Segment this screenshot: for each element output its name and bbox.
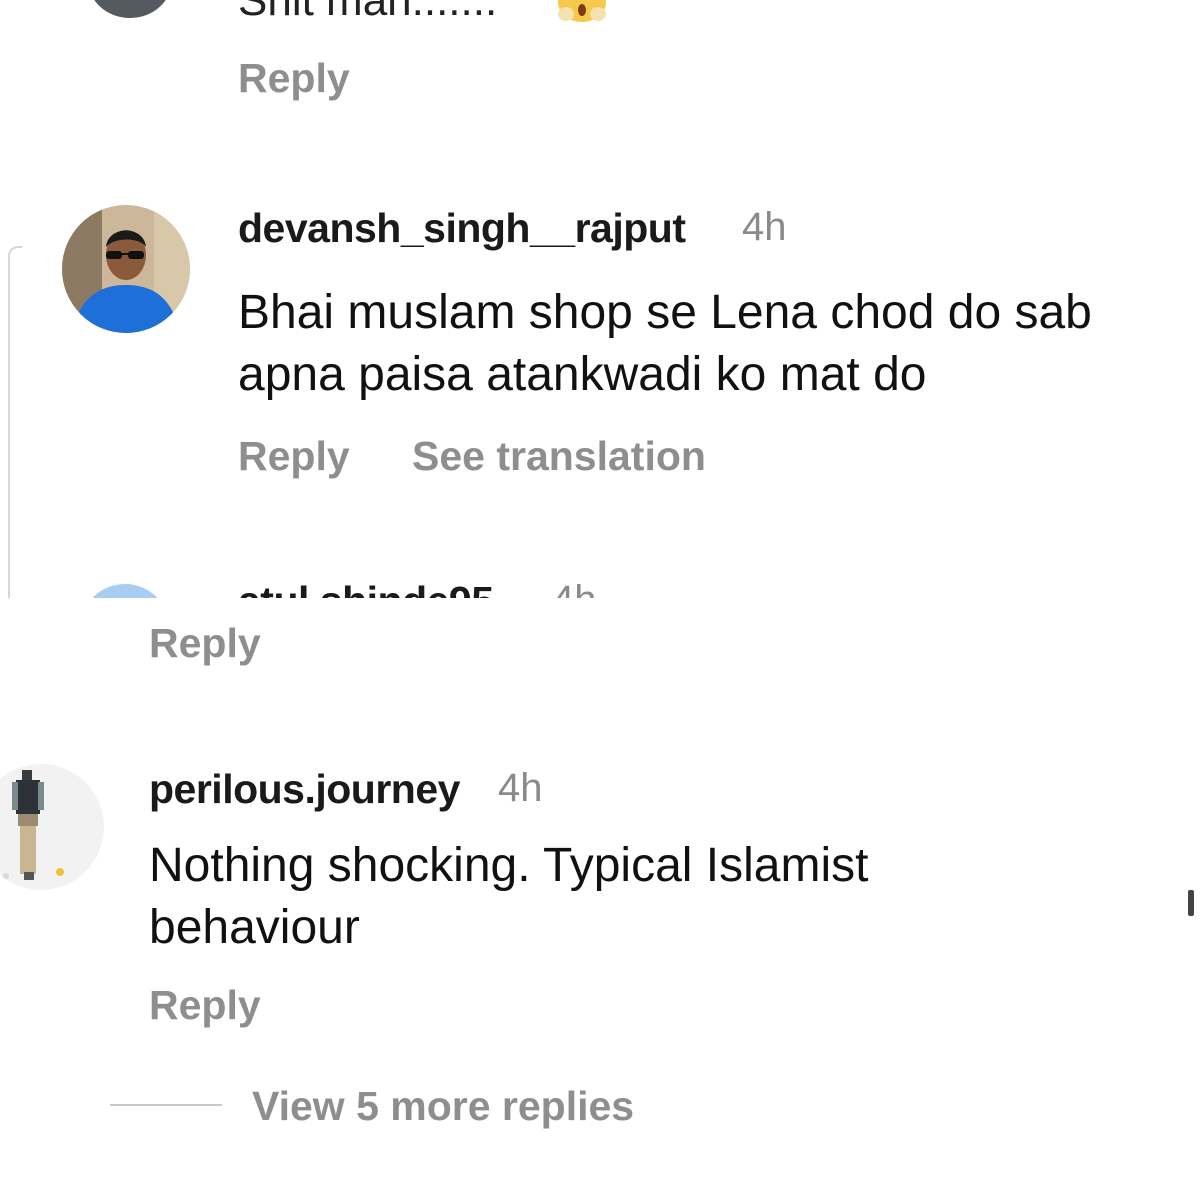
next-comment-timestamp: 4h xyxy=(552,578,597,598)
perilous-avatar[interactable] xyxy=(0,764,104,890)
view-more-replies-button[interactable]: View 5 more replies xyxy=(252,1083,634,1130)
reply-button[interactable]: Reply xyxy=(238,433,350,480)
comment-username[interactable]: perilous.journey xyxy=(149,766,460,813)
top-comment-panel: Shit man....... Reply devansh_singh__raj… xyxy=(0,0,1200,598)
view-more-divider xyxy=(110,1104,222,1106)
edge-mark xyxy=(1188,890,1194,916)
reply-button[interactable]: Reply xyxy=(149,982,261,1029)
previous-reply-button[interactable]: Reply xyxy=(149,620,261,667)
bottom-comment-panel: Reply perilous.journey 4h Nothing shocki… xyxy=(0,598,1200,1200)
see-translation-button[interactable]: See translation xyxy=(412,433,706,480)
comment-text: Bhai muslam shop se Lena chod do sab apn… xyxy=(238,286,1092,401)
next-comment-username[interactable]: atul.shinde95 xyxy=(238,578,494,598)
thread-line xyxy=(8,246,22,598)
comment-text: Nothing shocking. Typical Islamist behav… xyxy=(149,839,869,954)
comment-username[interactable]: devansh_singh__rajput xyxy=(238,205,686,252)
comment-timestamp: 4h xyxy=(498,766,543,810)
comment-timestamp: 4h xyxy=(742,205,787,249)
previous-reply-button[interactable]: Reply xyxy=(238,55,350,102)
next-commenter-avatar[interactable] xyxy=(80,584,170,598)
devansh-avatar[interactable] xyxy=(62,205,190,333)
previous-commenter-avatar[interactable] xyxy=(88,0,172,18)
previous-comment-text: Shit man....... xyxy=(238,0,498,25)
scream-emoji-icon xyxy=(556,0,608,24)
